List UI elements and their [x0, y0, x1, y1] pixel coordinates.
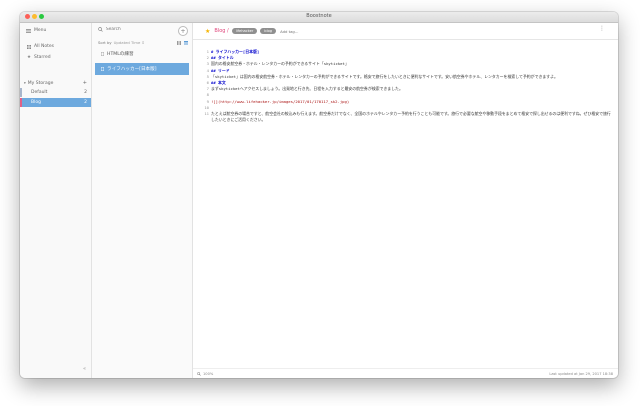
sidebar: Menu All Notes ★ Starred ▾ My Storage + …: [20, 23, 92, 378]
folder-count: 2: [84, 100, 87, 105]
storage-header[interactable]: ▾ My Storage +: [24, 80, 87, 86]
star-icon: ★: [27, 55, 32, 60]
code-editor[interactable]: 1 # ライフハッカー[日本版] 2 ## タイトル 3 国内の格安航空券・ホテル・レンタ…: [203, 49, 612, 123]
code-line: 11 たとえば航空券の場合ですと、航空会社の絞込みも行えます。航空券だけでなく、全…: [203, 111, 612, 123]
window-title: Boostnote: [306, 13, 332, 19]
list-view-icon[interactable]: [184, 40, 188, 45]
sort-bar: Sort by Updated Time ⇕: [98, 40, 188, 45]
tag-badge[interactable]: lifehacker: [231, 28, 258, 34]
sidebar-item-all-notes[interactable]: All Notes: [27, 44, 54, 49]
folder-label: Blog: [31, 100, 41, 105]
status-bar: 100% Last updated at Jan 29, 2017 18:38: [193, 368, 618, 378]
note-title: ライフハッカー[日本版]: [107, 67, 157, 72]
editor-header: ★ Blog / lifehacker blog ⋮: [193, 23, 618, 40]
list-item[interactable]: HTMLの練習: [95, 48, 189, 60]
zoom-level: 100%: [203, 371, 214, 376]
menu-button[interactable]: Menu: [26, 28, 46, 33]
more-icon[interactable]: ⋮: [599, 25, 605, 32]
sidebar-item-label: All Notes: [34, 44, 55, 49]
new-note-button[interactable]: +: [178, 26, 188, 36]
editor-pane: ★ Blog / lifehacker blog ⋮ 1# ライフハッカー[日本…: [193, 23, 618, 378]
caret-down-icon: ▾: [24, 81, 26, 85]
folder-count: 2: [84, 90, 87, 95]
add-folder-icon[interactable]: +: [83, 80, 87, 86]
sort-select[interactable]: Updated Time ⇕: [114, 40, 145, 45]
hamburger-icon: [26, 28, 31, 33]
grid-view-icon[interactable]: [177, 40, 181, 45]
add-tag-input[interactable]: [280, 28, 321, 34]
note-title: HTMLの練習: [107, 52, 134, 57]
note-icon: [101, 67, 104, 71]
note-icon: [101, 52, 104, 56]
star-icon[interactable]: ★: [205, 28, 210, 35]
collapse-sidebar-icon[interactable]: «: [83, 366, 86, 372]
app-window: Boostnote Menu All Notes ★ Starred ▾ My …: [20, 12, 618, 378]
list-item[interactable]: ライフハッカー[日本版]: [95, 63, 189, 75]
sidebar-item-starred[interactable]: ★ Starred: [27, 55, 51, 60]
sort-label: Sort by: [98, 40, 112, 45]
storage-label: My Storage: [27, 80, 54, 86]
tag-badge[interactable]: blog: [260, 28, 277, 34]
grid-icon: [27, 44, 31, 49]
line-number: 11: [204, 111, 209, 117]
search-icon: [98, 27, 103, 32]
line-text: たとえば航空券の場合ですと、航空会社の絞込みも行えます。航空券だけでなく、全国の…: [211, 111, 611, 123]
last-updated: Last updated at Jan 29, 2017 18:38: [549, 371, 613, 376]
title-bar: Boostnote: [20, 12, 618, 23]
folder-default[interactable]: Default 2: [20, 88, 91, 97]
sidebar-item-label: Starred: [34, 55, 51, 60]
note-list: + Sort by Updated Time ⇕ HTMLの練習 ライフハッカー…: [92, 23, 193, 378]
folder-label: Default: [31, 90, 48, 95]
zoom-control[interactable]: 100%: [197, 372, 213, 376]
plus-icon: +: [180, 27, 186, 35]
menu-label: Menu: [34, 28, 47, 33]
zoom-icon: [197, 371, 201, 376]
folder-blog[interactable]: Blog 2: [20, 98, 91, 107]
search-input[interactable]: [106, 27, 166, 32]
breadcrumb[interactable]: Blog /: [214, 28, 228, 34]
search-bar: [98, 27, 166, 32]
